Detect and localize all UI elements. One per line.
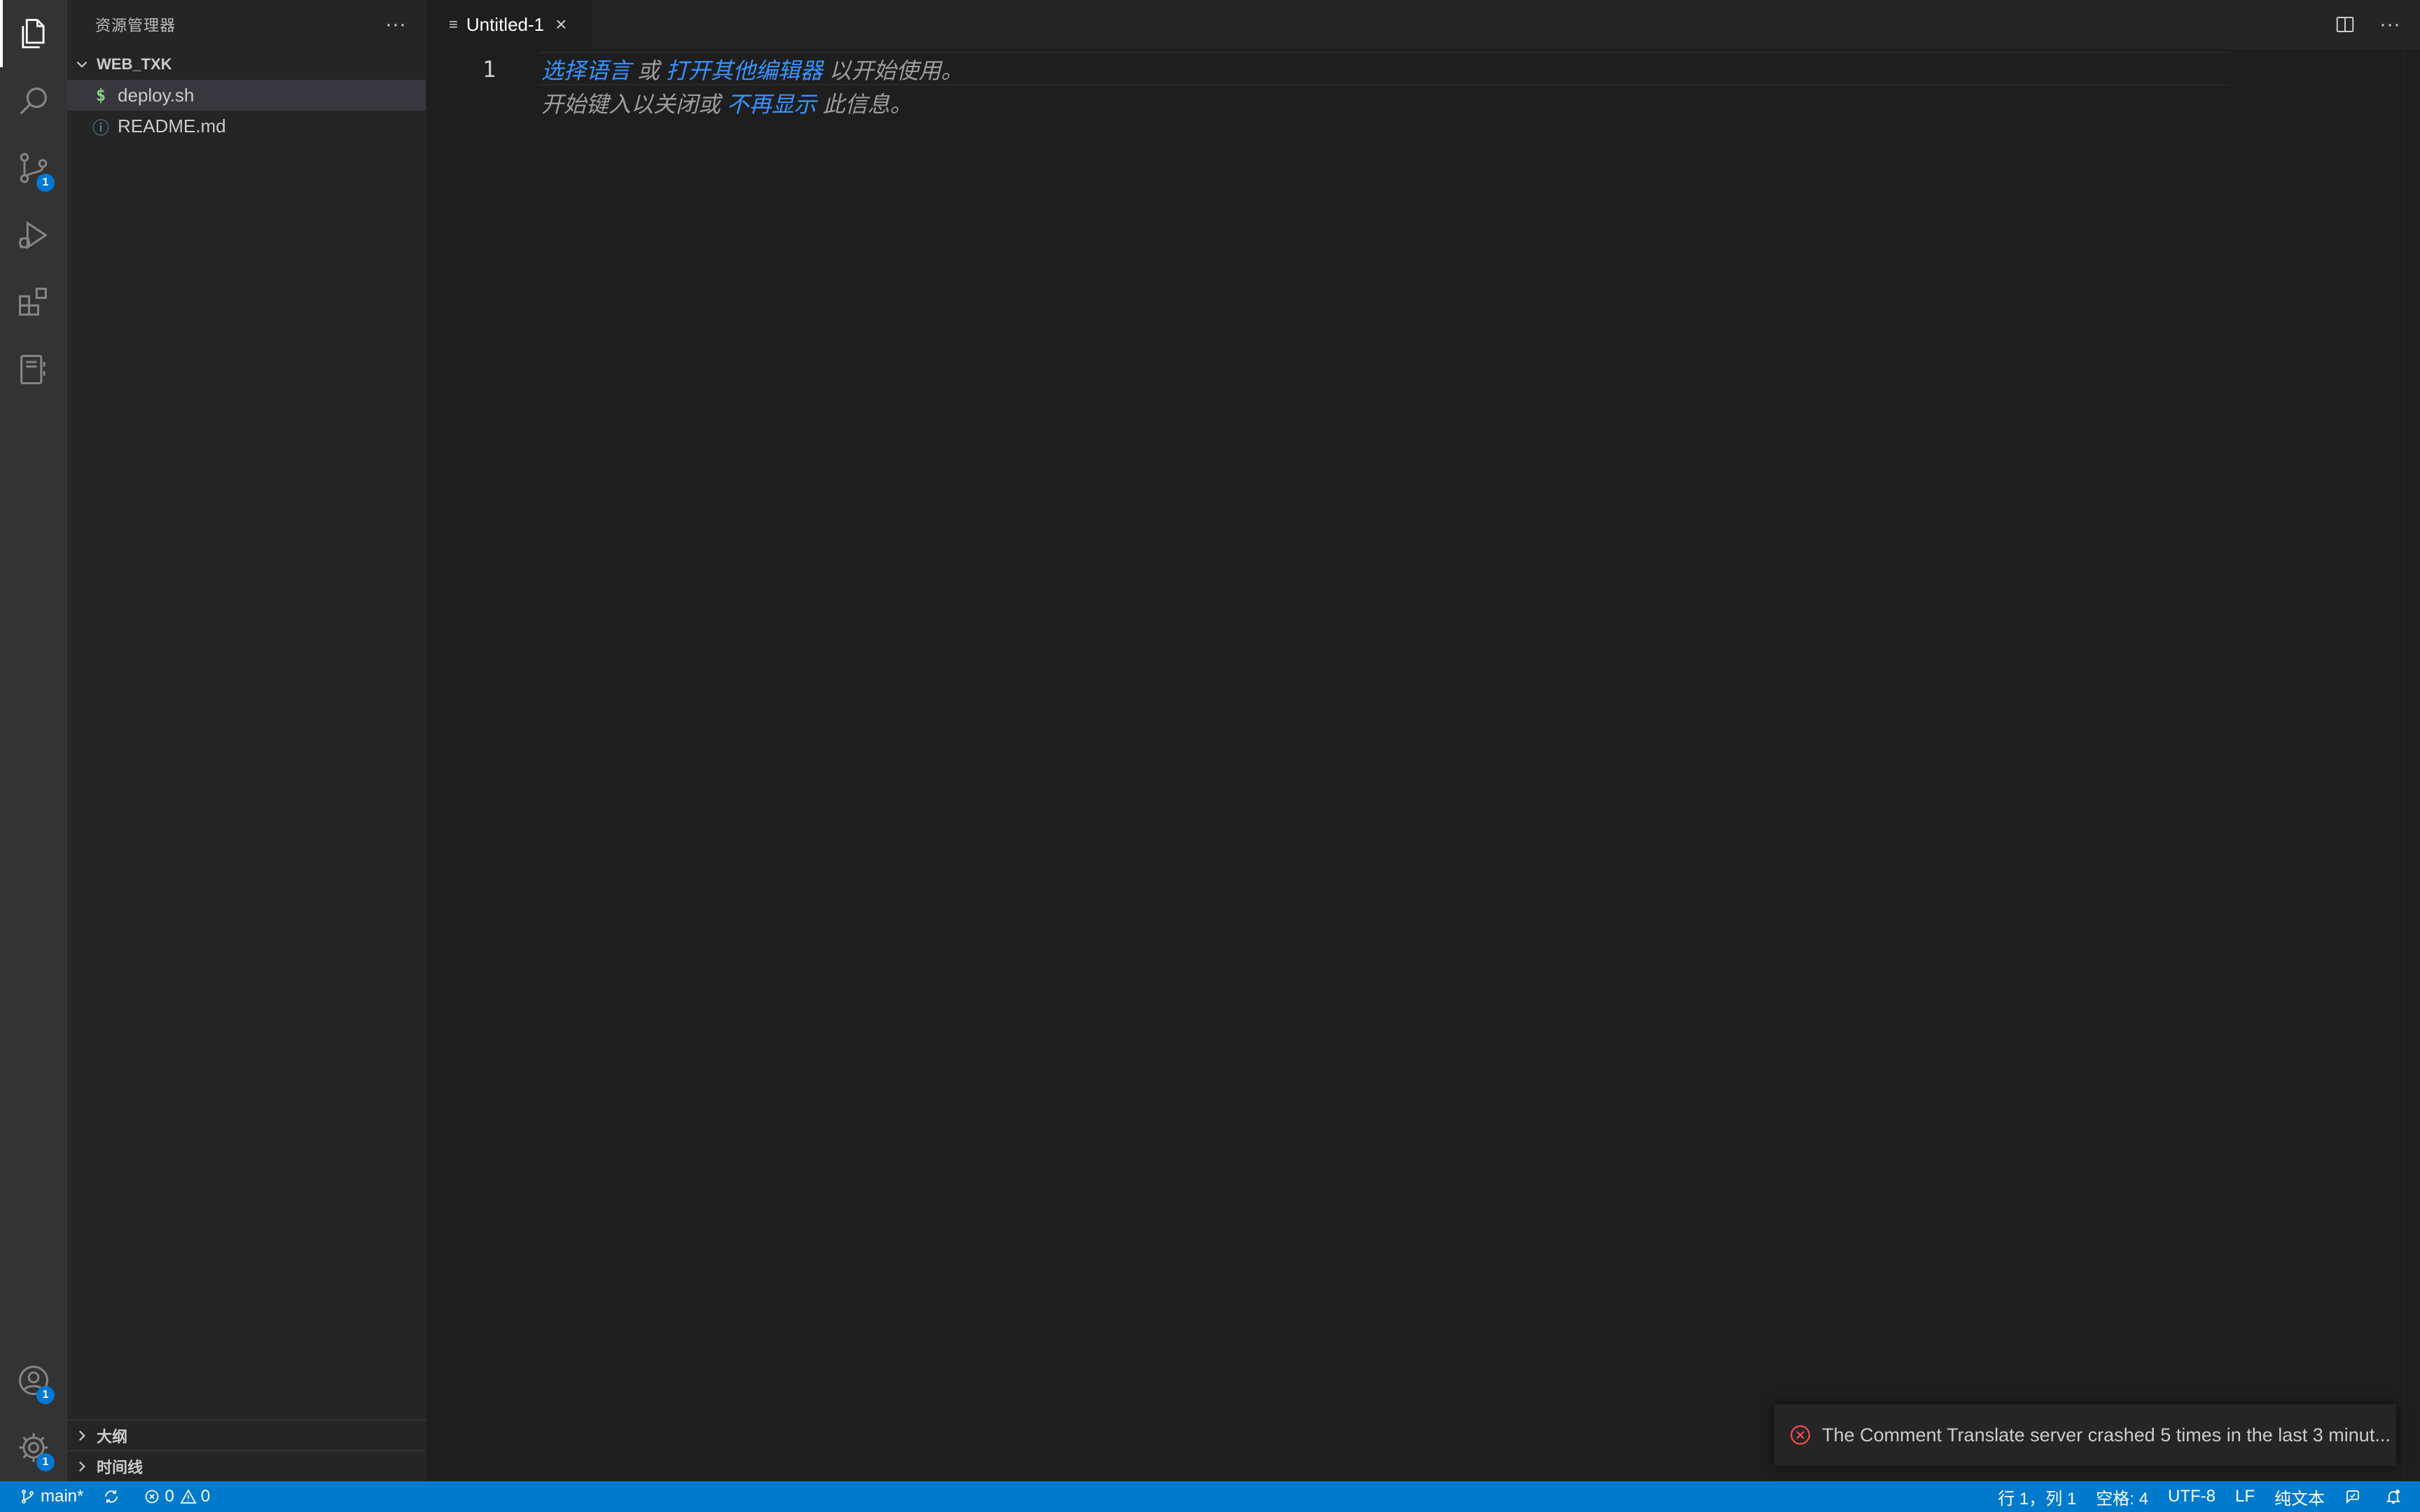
- error-count: 0: [165, 1487, 174, 1506]
- activity-search[interactable]: [0, 67, 67, 134]
- hint-text: 或: [631, 58, 666, 83]
- run-debug-icon: [15, 217, 52, 253]
- timeline-section[interactable]: 时间线: [67, 1450, 431, 1482]
- status-eol[interactable]: LF: [2225, 1481, 2265, 1512]
- file-item-deploy[interactable]: $ deploy.sh: [67, 80, 426, 111]
- warning-count: 0: [200, 1487, 211, 1506]
- file-label: README.md: [118, 115, 226, 136]
- sync-icon: [103, 1488, 124, 1505]
- warning-icon: [180, 1488, 201, 1505]
- folder-name: WEB_TXK: [97, 55, 172, 73]
- sidebar-title: 资源管理器: [95, 17, 176, 34]
- hint-text: 开始键入以关闭或: [541, 92, 727, 117]
- editor-hint-line-1: 选择语言 或 打开其他编辑器 以开始使用。: [541, 53, 964, 85]
- shell-file-icon: $: [95, 85, 106, 105]
- activity-accounts[interactable]: 1: [0, 1347, 67, 1414]
- text-file-icon: ≡: [449, 15, 458, 33]
- error-icon: [144, 1488, 165, 1505]
- info-file-icon: ⓘ: [92, 118, 109, 138]
- error-notification[interactable]: The Comment Translate server crashed 5 t…: [1774, 1404, 2396, 1466]
- activity-notebook[interactable]: [0, 336, 67, 403]
- branch-name: main*: [41, 1487, 84, 1506]
- activity-explorer[interactable]: [0, 0, 67, 67]
- timeline-label: 时间线: [97, 1459, 144, 1476]
- git-branch-icon: [20, 1488, 41, 1505]
- status-notifications[interactable]: [2375, 1481, 2420, 1512]
- activity-run-debug[interactable]: [0, 202, 67, 269]
- files-icon: [15, 15, 52, 52]
- status-indentation[interactable]: 空格: 4: [2086, 1481, 2158, 1512]
- vertical-scrollbar[interactable]: [2404, 49, 2420, 1481]
- status-branch[interactable]: main*: [0, 1481, 93, 1512]
- editor-tab-bar: ≡ Untitled-1 × ···: [426, 0, 2420, 49]
- status-encoding[interactable]: UTF-8: [2158, 1481, 2225, 1512]
- chevron-right-icon: [73, 1457, 97, 1476]
- activity-manage[interactable]: 1: [0, 1414, 67, 1481]
- accounts-badge: 1: [36, 1386, 55, 1404]
- status-cursor-position[interactable]: 行 1，列 1: [1988, 1481, 2086, 1512]
- status-feedback[interactable]: [2335, 1481, 2375, 1512]
- error-icon: [1788, 1423, 1822, 1447]
- bell-icon: [2385, 1488, 2406, 1505]
- explorer-sidebar: 资源管理器 ··· WEB_TXK $ deploy.sh ⓘ README.m…: [67, 0, 431, 1481]
- hint-text: 此信息。: [816, 92, 912, 117]
- source-control-badge: 1: [36, 174, 55, 192]
- sidebar-header: 资源管理器 ···: [67, 0, 426, 49]
- close-icon[interactable]: ×: [555, 13, 566, 36]
- editor-area[interactable]: 1 选择语言 或 打开其他编辑器 以开始使用。 开始键入以关闭或 不再显示 此信…: [426, 49, 2420, 1481]
- activity-bar: 1 1 1: [0, 0, 67, 1481]
- status-language[interactable]: 纯文本: [2265, 1481, 2335, 1512]
- extensions-icon: [15, 284, 52, 321]
- editor-actions: ···: [2335, 0, 2400, 49]
- status-sync[interactable]: [93, 1481, 134, 1512]
- file-label: deploy.sh: [118, 84, 195, 106]
- chevron-right-icon: [73, 1427, 97, 1445]
- split-editor-icon[interactable]: [2335, 14, 2356, 35]
- file-item-readme[interactable]: ⓘ README.md: [67, 111, 426, 141]
- open-other-editor-link[interactable]: 打开其他编辑器: [666, 58, 823, 83]
- activity-source-control[interactable]: 1: [0, 134, 67, 202]
- outline-section[interactable]: 大纲: [67, 1420, 431, 1451]
- editor-hint-line-2: 开始键入以关闭或 不再显示 此信息。: [541, 87, 912, 119]
- hint-text: 以开始使用。: [822, 58, 964, 83]
- manage-badge: 1: [36, 1453, 55, 1471]
- dont-show-again-link[interactable]: 不再显示: [727, 92, 816, 117]
- tab-untitled-1[interactable]: ≡ Untitled-1 ×: [426, 0, 592, 49]
- outline-label: 大纲: [97, 1428, 128, 1446]
- more-actions-icon[interactable]: ···: [2379, 13, 2400, 36]
- folder-section-header[interactable]: WEB_TXK: [67, 49, 426, 80]
- select-language-link[interactable]: 选择语言: [541, 58, 631, 83]
- notebook-icon: [15, 351, 52, 388]
- status-bar: main* 0 0 行 1，列 1 空格: 4 UTF-8 LF 纯文本: [0, 1481, 2420, 1512]
- notification-message: The Comment Translate server crashed 5 t…: [1822, 1424, 2391, 1446]
- line-number: 1: [482, 56, 496, 83]
- feedback-icon: [2344, 1488, 2365, 1505]
- activity-extensions[interactable]: [0, 269, 67, 336]
- tab-label: Untitled-1: [466, 13, 545, 35]
- more-actions-icon[interactable]: ···: [385, 14, 406, 35]
- chevron-down-icon: [73, 55, 97, 74]
- search-icon: [15, 83, 52, 119]
- status-problems[interactable]: 0 0: [134, 1481, 220, 1512]
